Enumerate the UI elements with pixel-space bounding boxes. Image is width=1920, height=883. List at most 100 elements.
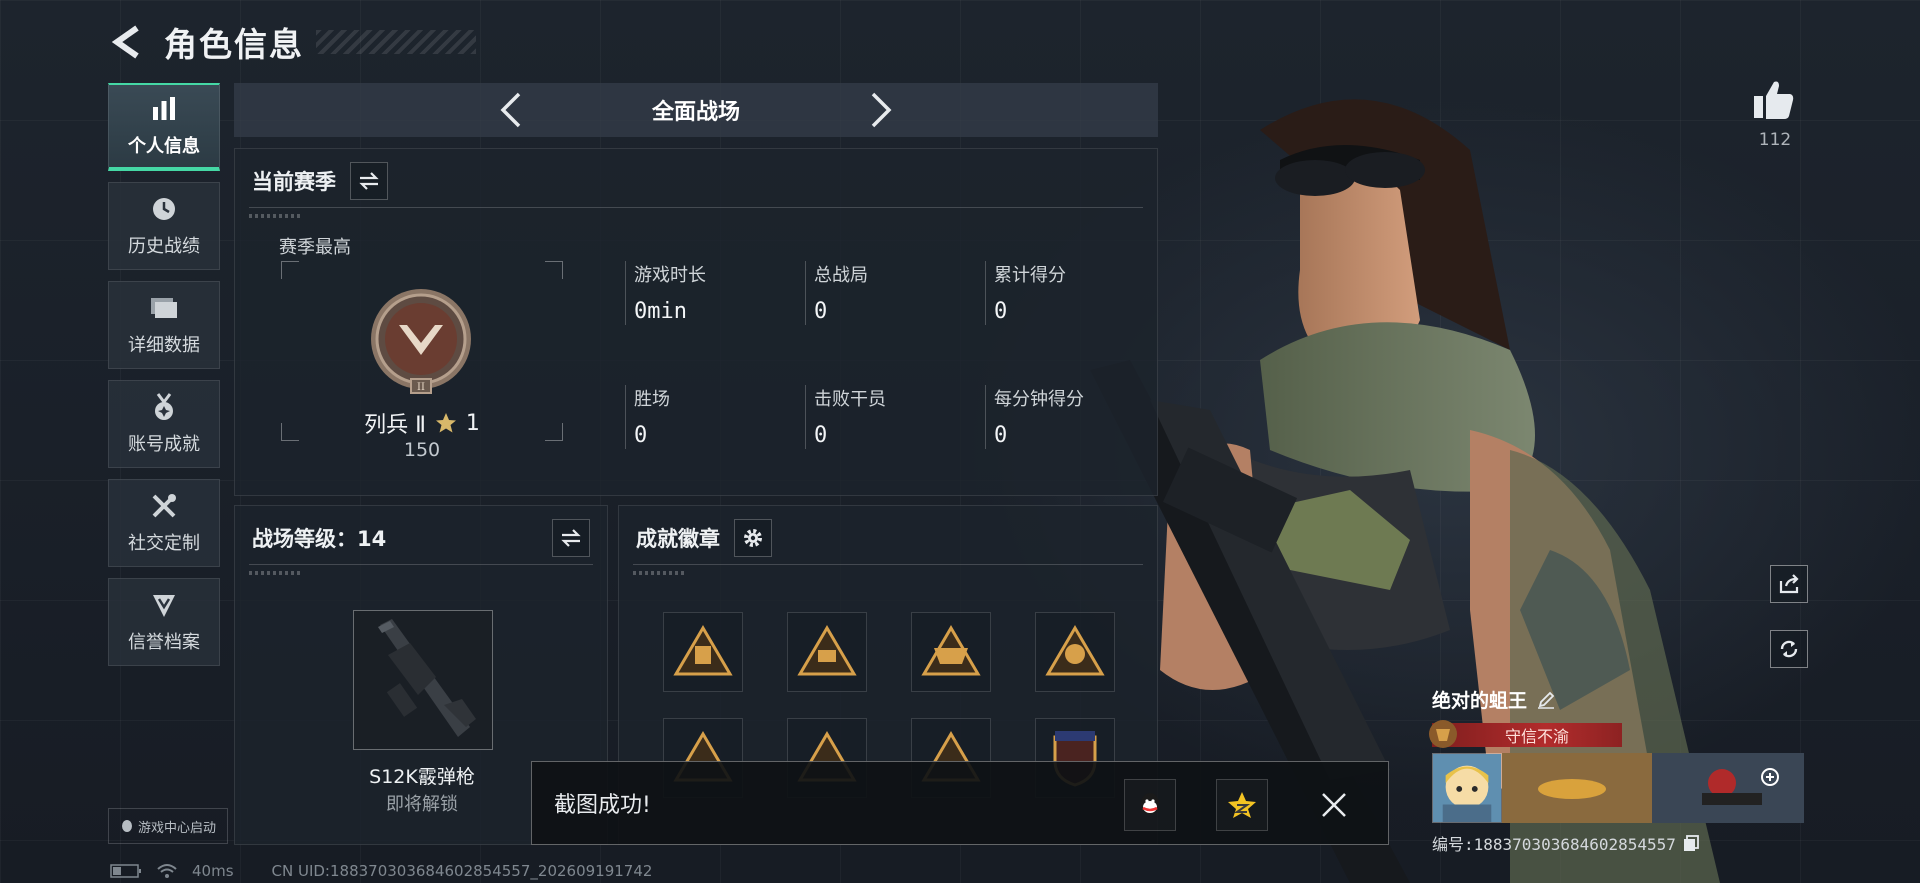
weapon-unlock-card[interactable] (353, 610, 493, 750)
game-center-label: 游戏中心启动 (137, 820, 216, 836)
game-center-launch-button[interactable]: 游戏中心启动 (108, 808, 228, 844)
badges-title: 成就徽章 (636, 527, 720, 551)
mode-name: 全面战场 (651, 100, 740, 125)
level-title: 战场等级：14 (252, 527, 387, 551)
divider-tick (633, 571, 685, 575)
divider-tick (249, 214, 301, 218)
svg-text:II: II (417, 382, 425, 393)
title-decoration (316, 30, 476, 54)
penguin-icon (121, 820, 132, 832)
chevron-right-icon (871, 92, 892, 128)
player-uid: 编号:18837030368460285455​7 (1432, 835, 1676, 854)
qq-icon (1141, 793, 1159, 815)
stat-score-per-minute: 每分钟得分 0 (985, 385, 1155, 449)
like-count: 112 (1758, 130, 1792, 150)
nav-label: 历史战绩 (128, 236, 200, 257)
folder-icon (149, 293, 179, 323)
badge-item[interactable] (787, 612, 867, 692)
share-qq-button[interactable] (1124, 779, 1176, 831)
stat-label: 击败干员 (814, 389, 886, 410)
share-icon (1779, 574, 1799, 594)
qzone-star-icon (1228, 792, 1256, 818)
stat-play-time: 游戏时长 0min (625, 261, 795, 325)
badge-item[interactable] (1035, 612, 1115, 692)
shotgun-icon (378, 619, 476, 737)
nav-label: 详细数据 (128, 335, 200, 356)
level-switch-button[interactable] (552, 519, 590, 557)
refresh-icon (1780, 640, 1798, 658)
like-button[interactable] (1752, 78, 1796, 122)
nav-label: 社交定制 (128, 533, 200, 554)
page-header: 角色信息 (110, 18, 476, 66)
nav-label: 账号成就 (128, 434, 200, 455)
edit-icon[interactable] (1537, 691, 1555, 709)
rank-info: 列兵 Ⅱ 1 (281, 407, 563, 439)
bar-chart-icon (149, 94, 179, 124)
chevron-left-icon (500, 92, 521, 128)
side-nav: 个人信息 历史战绩 详细数据 账号成就 社交定制 信誉档案 (108, 83, 220, 677)
stat-value: 0 (634, 423, 648, 448)
back-button[interactable] (110, 21, 146, 63)
stat-label: 总战局 (814, 265, 868, 286)
rank-points: 150 (403, 439, 441, 461)
star-icon (435, 413, 456, 433)
stat-total-matches: 总战局 0 (805, 261, 975, 325)
stat-kills: 击败干员 0 (805, 385, 975, 449)
mode-next-button[interactable] (866, 90, 896, 130)
player-title-text: 守信不渝 (1504, 727, 1569, 746)
player-title-tag[interactable]: 守信不渝 (1429, 720, 1622, 748)
gear-icon (744, 529, 762, 547)
player-avatar[interactable] (1432, 753, 1502, 823)
cn-uid: CN UID:18837030368460285455​7_2026091917… (271, 862, 653, 880)
badge-item[interactable] (663, 612, 743, 692)
stat-value: 0min (634, 299, 687, 324)
screenshot-toast: 截图成功! (531, 761, 1389, 845)
nav-item-social[interactable]: 社交定制 (108, 479, 220, 567)
stat-total-score: 累计得分 0 (985, 261, 1155, 325)
battery-icon (110, 864, 141, 878)
thumbs-up-icon (1754, 81, 1794, 119)
stat-value: 0 (814, 299, 828, 324)
divider (249, 564, 593, 565)
stat-label: 每分钟得分 (994, 389, 1084, 410)
season-title: 当前赛季 (252, 170, 336, 194)
nav-label: 信誉档案 (128, 632, 200, 653)
triangle-badge-icon (797, 625, 857, 676)
swap-icon (561, 529, 581, 547)
stat-value: 0 (994, 423, 1008, 448)
stat-value: 0 (994, 299, 1008, 324)
nav-item-details[interactable]: 详细数据 (108, 281, 220, 369)
shield-icon (149, 590, 179, 620)
rank-name: 列兵 Ⅱ (364, 413, 426, 438)
close-icon (1322, 793, 1346, 817)
divider (249, 207, 1143, 208)
triangle-badge-icon (1045, 625, 1105, 676)
nav-item-personal-info[interactable]: 个人信息 (108, 83, 220, 171)
badges-settings-button[interactable] (734, 519, 772, 557)
toast-close-button[interactable] (1308, 779, 1360, 831)
profile-banner-image (1502, 753, 1804, 823)
mode-prev-button[interactable] (496, 90, 526, 130)
mode-selector: 全面战场 (234, 83, 1158, 137)
stat-value: 0 (814, 423, 828, 448)
nav-item-history[interactable]: 历史战绩 (108, 182, 220, 270)
copy-icon[interactable] (1682, 834, 1700, 852)
stat-wins: 胜场 0 (625, 385, 795, 449)
divider (633, 564, 1143, 565)
current-season-panel: 当前赛季 赛季最高 II 列兵 Ⅱ 1 150 游戏时长 0min 总战局 0 … (234, 148, 1158, 496)
refresh-button[interactable] (1770, 630, 1808, 668)
stat-label: 累计得分 (994, 265, 1066, 286)
wifi-icon (157, 864, 177, 878)
toast-message: 截图成功! (554, 793, 651, 818)
triangle-badge-icon (673, 625, 733, 676)
badge-item[interactable] (911, 612, 991, 692)
nav-item-reputation[interactable]: 信誉档案 (108, 578, 220, 666)
rank-medal-icon: II (371, 289, 471, 394)
ping-value: 40ms (192, 862, 234, 880)
share-qzone-button[interactable] (1216, 779, 1268, 831)
season-switch-button[interactable] (350, 162, 388, 200)
share-button[interactable] (1770, 565, 1808, 603)
page-title: 角色信息 (164, 25, 304, 64)
triangle-badge-icon (921, 625, 981, 676)
nav-item-achievements[interactable]: 账号成就 (108, 380, 220, 468)
